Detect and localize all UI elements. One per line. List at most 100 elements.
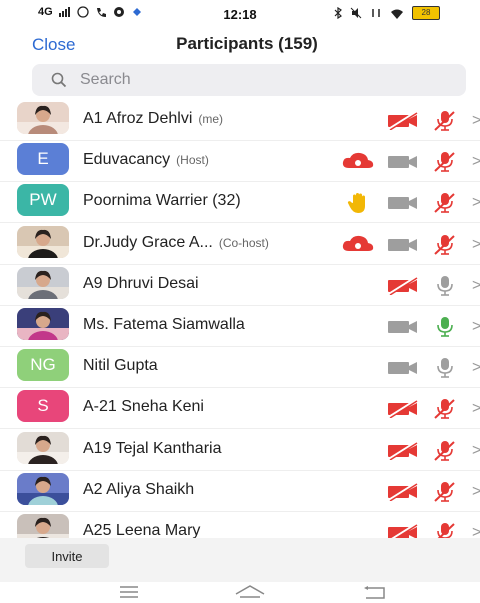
- audio-status[interactable]: [432, 357, 458, 384]
- video-off-icon[interactable]: [386, 275, 420, 296]
- audio-status[interactable]: [432, 234, 458, 261]
- chevron-right-icon[interactable]: >: [472, 483, 480, 501]
- video-off-icon[interactable]: [386, 522, 420, 538]
- chevron-right-icon[interactable]: >: [472, 153, 480, 171]
- mic-muted-icon[interactable]: [432, 110, 458, 132]
- participant-list[interactable]: A1 Afroz Dehlvi (me) > E Eduvacancy (Host) > PW…: [0, 100, 480, 538]
- mic-muted-icon[interactable]: [432, 522, 458, 538]
- participant-status-extra: [341, 151, 375, 176]
- participant-name-line: Dr.Judy Grace A... (Co-host): [83, 234, 269, 252]
- mic-muted-icon[interactable]: [432, 234, 458, 256]
- video-status[interactable]: [386, 522, 420, 538]
- chevron-right-icon[interactable]: >: [472, 112, 480, 130]
- participant-row[interactable]: Ms. Fatema Siamwalla >: [0, 306, 480, 347]
- avatar-initials: PW: [17, 184, 69, 217]
- video-on-icon[interactable]: [386, 192, 420, 212]
- video-on-icon[interactable]: [386, 234, 420, 254]
- mic-muted-icon[interactable]: [432, 481, 458, 503]
- invite-button[interactable]: Invite: [25, 544, 109, 568]
- video-status[interactable]: [386, 316, 420, 341]
- participant-name-line: A9 Dhruvi Desai: [83, 275, 199, 293]
- participant-name: Nitil Gupta: [83, 357, 158, 375]
- home-icon[interactable]: [234, 584, 266, 600]
- back-icon[interactable]: [362, 584, 388, 600]
- chevron-right-icon[interactable]: >: [472, 400, 480, 418]
- participant-name-line: Nitil Gupta: [83, 357, 158, 375]
- chevron-right-icon[interactable]: >: [472, 359, 480, 377]
- audio-status[interactable]: [432, 398, 458, 425]
- audio-status[interactable]: [432, 440, 458, 467]
- menu-icon[interactable]: [118, 584, 140, 598]
- audio-status[interactable]: [432, 192, 458, 219]
- audio-status[interactable]: [432, 275, 458, 302]
- footer-bar: Invite: [0, 538, 480, 582]
- participant-status-extra: [346, 192, 372, 219]
- mic-muted-icon[interactable]: [432, 398, 458, 420]
- participant-row[interactable]: A9 Dhruvi Desai >: [0, 265, 480, 306]
- participant-row[interactable]: E Eduvacancy (Host) >: [0, 141, 480, 183]
- video-on-icon[interactable]: [386, 357, 420, 377]
- participant-status-extra: [341, 234, 375, 259]
- avatar-photo: [17, 102, 69, 134]
- chevron-right-icon[interactable]: >: [472, 442, 480, 460]
- avatar-initials: S: [17, 390, 69, 423]
- mic-active-icon[interactable]: [432, 316, 458, 338]
- video-off-icon[interactable]: [386, 110, 420, 131]
- avatar-photo: [17, 472, 69, 505]
- mic-icon[interactable]: [432, 275, 458, 297]
- participant-row[interactable]: A19 Tejal Kantharia >: [0, 430, 480, 471]
- mic-muted-icon[interactable]: [432, 151, 458, 173]
- participant-row[interactable]: Dr.Judy Grace A... (Co-host) >: [0, 224, 480, 265]
- participant-name: Poornima Warrier (32): [83, 192, 241, 210]
- chevron-right-icon[interactable]: >: [472, 318, 480, 336]
- video-status[interactable]: [386, 110, 420, 135]
- participants-header: Close Participants (159): [0, 30, 480, 60]
- search-icon: [51, 72, 67, 88]
- search-bar[interactable]: [32, 64, 466, 96]
- participant-row[interactable]: PW Poornima Warrier (32) >: [0, 182, 480, 224]
- participant-name: A-21 Sneha Keni: [83, 398, 204, 416]
- participant-row[interactable]: A1 Afroz Dehlvi (me) >: [0, 100, 480, 141]
- video-on-icon[interactable]: [386, 316, 420, 336]
- audio-status[interactable]: [432, 316, 458, 343]
- mic-muted-icon[interactable]: [432, 192, 458, 214]
- page-title-text: Participants (159): [176, 34, 318, 53]
- audio-status[interactable]: [432, 481, 458, 508]
- audio-status[interactable]: [432, 151, 458, 178]
- participant-role: (Host): [176, 153, 209, 168]
- chevron-right-icon[interactable]: >: [472, 236, 480, 254]
- audio-status[interactable]: [432, 522, 458, 538]
- video-status[interactable]: [386, 440, 420, 465]
- participant-name: Dr.Judy Grace A...: [83, 233, 213, 251]
- participant-name-line: Eduvacancy (Host): [83, 151, 209, 169]
- video-on-icon[interactable]: [386, 151, 420, 171]
- video-status[interactable]: [386, 275, 420, 300]
- participant-row[interactable]: A25 Leena Mary >: [0, 512, 480, 538]
- mic-icon[interactable]: [432, 357, 458, 379]
- participant-name-line: A2 Aliya Shaikh: [83, 481, 194, 499]
- chevron-right-icon[interactable]: >: [472, 277, 480, 295]
- search-input[interactable]: [78, 70, 442, 90]
- participant-row[interactable]: S A-21 Sneha Keni >: [0, 388, 480, 430]
- video-off-icon[interactable]: [386, 398, 420, 420]
- chevron-right-icon[interactable]: >: [472, 194, 480, 212]
- mute-icon: [350, 7, 362, 19]
- participant-name-line: A25 Leena Mary: [83, 522, 200, 538]
- participant-row[interactable]: A2 Aliya Shaikh >: [0, 471, 480, 512]
- video-status[interactable]: [386, 234, 420, 259]
- chevron-right-icon[interactable]: >: [472, 524, 480, 538]
- participant-name: A2 Aliya Shaikh: [83, 480, 195, 498]
- status-right-icons: 28: [334, 6, 440, 20]
- mic-muted-icon[interactable]: [432, 440, 458, 462]
- video-off-icon[interactable]: [386, 481, 420, 502]
- bluetooth-icon: [334, 7, 342, 19]
- video-status[interactable]: [386, 151, 420, 176]
- video-status[interactable]: [386, 398, 420, 423]
- video-status[interactable]: [386, 481, 420, 506]
- audio-status[interactable]: [432, 110, 458, 137]
- video-status[interactable]: [386, 192, 420, 217]
- wifi-icon: [391, 9, 403, 19]
- video-off-icon[interactable]: [386, 440, 420, 461]
- video-status[interactable]: [386, 357, 420, 382]
- participant-row[interactable]: NG Nitil Gupta >: [0, 347, 480, 389]
